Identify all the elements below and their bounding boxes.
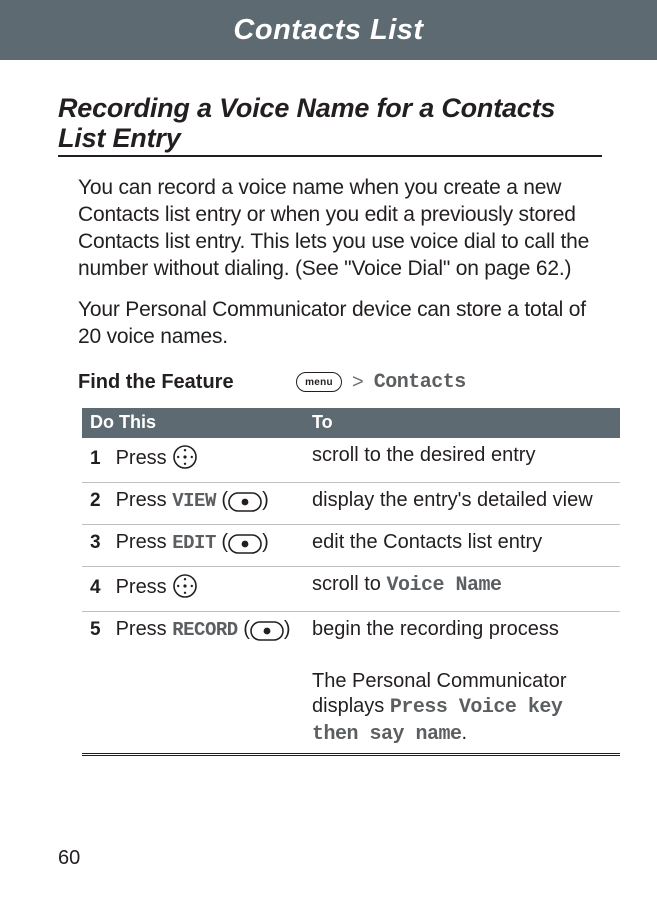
step-footer-text: The Personal Communicator displays Press… [312, 669, 612, 748]
step-action-prefix: Press [116, 447, 173, 469]
select-key-icon [250, 621, 284, 647]
step-result-prefix: scroll to [312, 573, 386, 595]
body-text: You can record a voice name when you cre… [58, 175, 602, 756]
paragraph-1: You can record a voice name when you cre… [78, 175, 596, 283]
banner: Contacts List [0, 0, 657, 60]
steps-table: Do This To 1 Press [82, 408, 620, 757]
softkey-label: EDIT [172, 532, 216, 554]
find-feature-path: menu > Contacts [296, 371, 466, 394]
step-action-prefix: Press [116, 576, 173, 598]
step-action-prefix: Press [116, 489, 173, 511]
step-number: 4 [90, 577, 110, 599]
step-number: 1 [90, 448, 110, 470]
step-number: 3 [90, 532, 110, 554]
menu-target: Contacts [374, 371, 466, 394]
step-action-prefix: Press [116, 531, 173, 553]
page-number: 60 [58, 847, 80, 870]
step-result: edit the Contacts list entry [304, 524, 620, 566]
step-result: scroll to the desired entry [304, 438, 620, 483]
softkey-label: RECORD [172, 619, 237, 641]
step-number: 2 [90, 490, 110, 512]
softkey-label: VIEW [172, 490, 216, 512]
step-result-mono: Voice Name [386, 574, 501, 597]
table-row: 5 Press RECORD ( ) begin the recording p… [82, 611, 620, 653]
select-key-icon [228, 534, 262, 560]
content: Recording a Voice Name for a Contacts Li… [0, 60, 657, 756]
table-row: 2 Press VIEW ( ) display the entry's det… [82, 482, 620, 524]
step-result: display the entry's detailed view [304, 482, 620, 524]
table-row: The Personal Communicator displays Press… [82, 653, 620, 755]
find-feature-row: Find the Feature menu > Contacts [78, 371, 596, 394]
col-do: Do This [82, 408, 304, 438]
menu-button-icon: menu [296, 372, 342, 392]
table-row: 3 Press EDIT ( ) edit the Contacts list … [82, 524, 620, 566]
step-result: begin the recording process [304, 611, 620, 653]
nav-key-icon [172, 573, 198, 605]
paragraph-2: Your Personal Communicator device can st… [78, 297, 596, 351]
select-key-icon [228, 492, 262, 518]
breadcrumb-separator: > [352, 371, 364, 394]
page: Contacts List Recording a Voice Name for… [0, 0, 657, 902]
step-action-prefix: Press [116, 618, 173, 640]
footer-period: . [462, 722, 468, 744]
step-result: scroll to Voice Name [304, 566, 620, 611]
step-number: 5 [90, 619, 110, 641]
section-heading: Recording a Voice Name for a Contacts Li… [58, 94, 602, 157]
table-row: 1 Press [82, 438, 620, 483]
table-row: 4 Press [82, 566, 620, 611]
nav-key-icon [172, 444, 198, 476]
col-to: To [304, 408, 620, 438]
find-feature-label: Find the Feature [78, 371, 296, 394]
